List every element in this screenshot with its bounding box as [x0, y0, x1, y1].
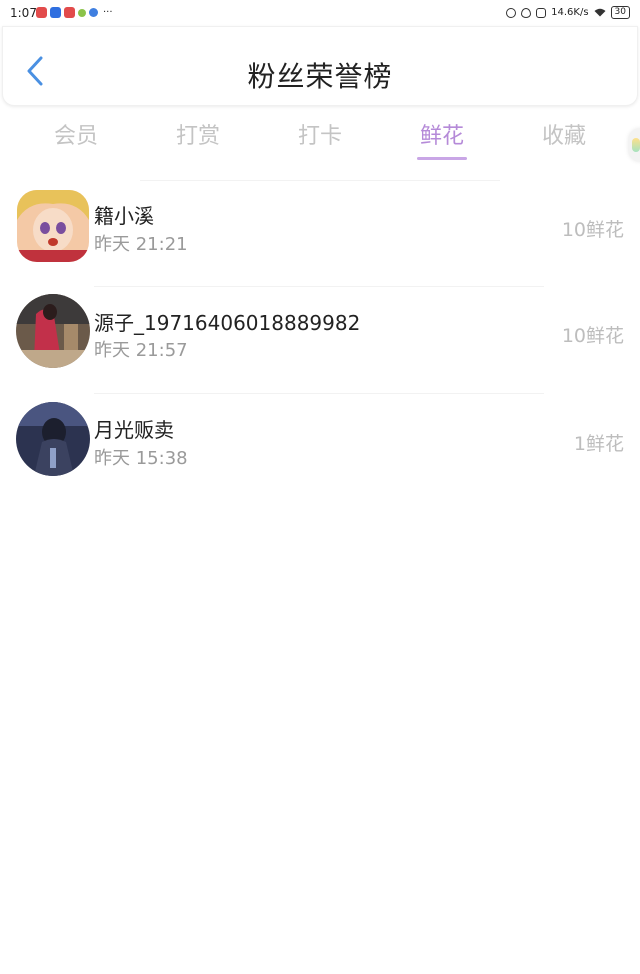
app-notification-icon [64, 7, 75, 18]
fan-row[interactable]: 籍小溪 昨天 21:21 10鲜花 [0, 186, 640, 266]
avatar [16, 402, 90, 476]
avatar [17, 190, 89, 262]
network-speed: 14.6K/s [551, 7, 589, 18]
status-indicators: 14.6K/s 30 [506, 6, 630, 19]
list-divider [140, 180, 500, 181]
avatar [16, 294, 90, 368]
tab-tips[interactable]: 打赏 [176, 118, 220, 150]
tab-favorites[interactable]: 收藏 [542, 118, 586, 150]
fan-row[interactable]: 月光贩卖 昨天 15:38 1鲜花 [0, 400, 640, 480]
tab-checkin[interactable]: 打卡 [298, 118, 342, 150]
fan-time: 昨天 15:38 [94, 448, 188, 469]
fan-row[interactable]: 源子_19716406018889982 昨天 21:57 10鲜花 [0, 292, 640, 372]
flower-count: 10鲜花 [561, 219, 624, 241]
battery-icon: 30 [610, 6, 630, 19]
notification-icons: ··· [36, 7, 113, 18]
page-title: 粉丝荣誉榜 [247, 60, 393, 93]
flower-count: 1鲜花 [573, 433, 624, 455]
fan-time: 昨天 21:21 [94, 234, 188, 255]
app-notification-icon [78, 8, 86, 17]
mute-icon [536, 7, 547, 18]
floating-assistant-icon[interactable] [628, 128, 640, 162]
flower-count: 10鲜花 [561, 325, 624, 347]
fan-name: 月光贩卖 [94, 418, 174, 442]
active-tab-indicator [417, 157, 467, 160]
app-notification-icon [36, 7, 47, 18]
list-divider [94, 393, 544, 394]
status-bar: 1:07 ··· 14.6K/s 30 [0, 0, 640, 26]
top-nav-bar: 粉丝荣誉榜 [2, 26, 638, 106]
tab-bar: 会员 打赏 打卡 鲜花 收藏 [0, 114, 640, 164]
tab-members[interactable]: 会员 [54, 118, 98, 150]
more-notifications-icon: ··· [103, 7, 113, 18]
nfc-icon [506, 7, 517, 18]
app-notification-icon [89, 8, 98, 17]
fan-time: 昨天 21:57 [94, 340, 188, 361]
tab-flowers[interactable]: 鲜花 [420, 118, 464, 150]
eye-icon [521, 7, 532, 18]
wifi-icon [594, 8, 606, 17]
fan-name: 源子_19716406018889982 [94, 311, 361, 335]
status-time: 1:07 [10, 6, 37, 20]
fan-name: 籍小溪 [94, 204, 154, 228]
app-notification-icon [50, 7, 61, 18]
list-divider [94, 286, 544, 287]
